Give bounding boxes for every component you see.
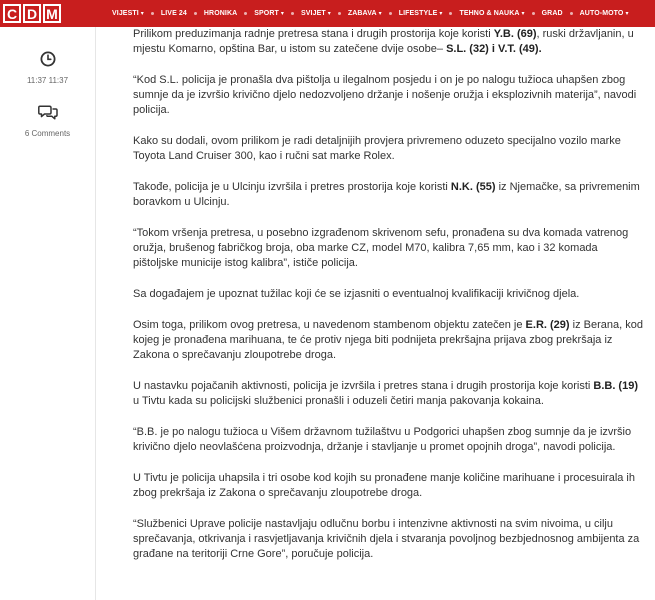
logo-letter-m: M: [43, 4, 61, 23]
chevron-down-icon: ▾: [439, 11, 443, 17]
nav-separator: [193, 12, 197, 15]
article-paragraph: “Kod S.L. policija je pronašla dva pišto…: [133, 73, 643, 118]
bold-text: E.R. (29): [525, 319, 570, 331]
text-run: u Tivtu kada su policijski službenici pr…: [133, 395, 544, 407]
nav-separator: [569, 12, 573, 15]
nav-item-auto-moto[interactable]: AUTO-MOTO ▾: [580, 0, 629, 27]
nav-separator: [531, 12, 535, 15]
comments-count[interactable]: 6 Comments: [25, 129, 70, 138]
nav-item-vijesti[interactable]: VIJESTI ▾: [112, 0, 144, 27]
nav-item-label: SPORT: [254, 10, 279, 17]
bold-text: B.B. (19): [593, 380, 638, 392]
nav-item-live-24[interactable]: LIVE 24: [161, 0, 187, 27]
article-paragraph: Osim toga, prilikom ovog pretresa, u nav…: [133, 318, 643, 363]
text-run: Kako su dodali, ovom prilikom je radi de…: [133, 135, 621, 162]
article-paragraph: “Tokom vršenja pretresa, u posebno izgra…: [133, 226, 643, 271]
chevron-down-icon: ▾: [280, 11, 285, 17]
text-run: “Tokom vršenja pretresa, u posebno izgra…: [133, 227, 629, 269]
nav-item-label: LIFESTYLE: [398, 10, 438, 17]
nav-item-svijet[interactable]: SVIJET ▾: [301, 0, 331, 27]
clock-icon: [40, 51, 56, 67]
article-paragraph: Prilikom preduzimanja radnje pretresa st…: [133, 27, 643, 57]
text-run: U nastavku pojačanih aktivnosti, policij…: [133, 380, 594, 392]
nav-item-label: AUTO-MOTO: [579, 10, 624, 17]
chevron-down-icon: ▾: [327, 11, 331, 17]
site-logo[interactable]: C D M: [0, 0, 61, 27]
nav-item-label: VIJESTI: [112, 10, 139, 17]
logo-letter-c: C: [3, 4, 21, 23]
main-menu: VIJESTI ▾ LIVE 24 HRONIKA SPORT ▾ SVIJET ▾ ZABAV…: [112, 0, 629, 27]
publish-time: 11:37 11:37: [0, 51, 95, 85]
top-navbar: C D M VIJESTI ▾ LIVE 24 HRONIKA SPORT ▾ SVIJET…: [0, 0, 655, 27]
nav-item-label: SVIJET: [301, 10, 326, 17]
chevron-down-icon: ▾: [625, 11, 629, 17]
article-paragraph: U nastavku pojačanih aktivnosti, policij…: [133, 379, 643, 409]
bold-text: N.K. (55): [450, 181, 496, 193]
nav-separator: [244, 12, 248, 15]
article-paragraph: “B.B. je po nalogu tužioca u Višem držav…: [133, 425, 643, 455]
article-paragraph: U Tivtu je policija uhapsila i tri osobe…: [133, 471, 643, 501]
nav-separator: [449, 12, 453, 15]
nav-separator: [150, 12, 154, 15]
logo-letter-d: D: [23, 4, 41, 23]
nav-item-lifestyle[interactable]: LIFESTYLE ▾: [399, 0, 443, 27]
chevron-down-icon: ▾: [378, 11, 382, 17]
bold-text: Y.B. (69): [493, 28, 537, 40]
text-run: Prilikom preduzimanja radnje pretresa st…: [133, 28, 494, 40]
nav-item-label: ZABAVA: [347, 10, 377, 17]
text-run: Sa događajem je upoznat tužilac koji će …: [133, 288, 580, 300]
nav-item-grad[interactable]: GRAD: [542, 0, 563, 27]
meta-divider: [95, 27, 96, 600]
article-paragraph: Kako su dodali, ovom prilikom je radi de…: [133, 134, 643, 164]
nav-item-hronika[interactable]: HRONIKA: [204, 0, 237, 27]
nav-item-label: HRONIKA: [203, 10, 238, 17]
bold-text: S.L. (32) i V.T. (49).: [446, 43, 542, 55]
nav-item-label: GRAD: [541, 10, 563, 17]
article-paragraph: Sa događajem je upoznat tužilac koji će …: [133, 287, 643, 302]
comments-link[interactable]: 6 Comments: [0, 104, 95, 138]
nav-item-label: TEHNO & NAUKA: [459, 10, 520, 17]
nav-separator: [388, 12, 392, 15]
text-run: “Kod S.L. policija je pronašla dva pišto…: [133, 74, 637, 116]
text-run: Takođe, policija je u Ulcinju izvršila i…: [133, 181, 451, 193]
nav-item-sport[interactable]: SPORT ▾: [254, 0, 284, 27]
nav-item-tehno-nauka[interactable]: TEHNO & NAUKA ▾: [459, 0, 524, 27]
nav-item-label: LIVE 24: [160, 10, 187, 17]
text-run: “B.B. je po nalogu tužioca u Višem držav…: [133, 426, 632, 453]
text-run: Osim toga, prilikom ovog pretresa, u nav…: [133, 319, 526, 331]
article-body: Prilikom preduzimanja radnje pretresa st…: [133, 27, 643, 578]
article-paragraph: Takođe, policija je u Ulcinju izvršila i…: [133, 180, 643, 210]
text-run: “Službenici Uprave policije nastavljaju …: [133, 518, 640, 560]
text-run: U Tivtu je policija uhapsila i tri osobe…: [133, 472, 635, 499]
nav-separator: [337, 12, 341, 15]
publish-time-text: 11:37 11:37: [26, 76, 69, 85]
article-meta: 11:37 11:37 6 Comments: [0, 27, 95, 600]
chevron-down-icon: ▾: [140, 11, 144, 17]
comments-icon: [37, 104, 58, 120]
article-paragraph: “Službenici Uprave policije nastavljaju …: [133, 517, 643, 562]
nav-separator: [291, 12, 295, 15]
nav-item-zabava[interactable]: ZABAVA ▾: [348, 0, 382, 27]
chevron-down-icon: ▾: [521, 11, 525, 17]
